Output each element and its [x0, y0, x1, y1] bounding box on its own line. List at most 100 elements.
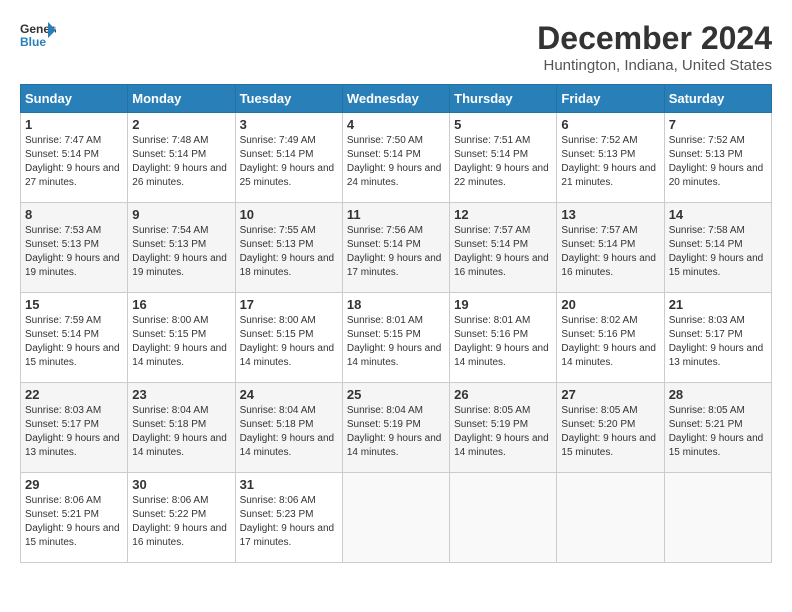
cell-info: Sunrise: 8:04 AM Sunset: 5:18 PM Dayligh… — [240, 404, 338, 460]
calendar-cell — [557, 473, 664, 563]
page-subtitle: Huntington, Indiana, United States — [537, 57, 772, 74]
day-number: 27 — [561, 387, 659, 402]
calendar-week-row: 22 Sunrise: 8:03 AM Sunset: 5:17 PM Dayl… — [21, 383, 772, 473]
cell-info: Sunrise: 8:05 AM Sunset: 5:20 PM Dayligh… — [561, 404, 659, 460]
cell-info: Sunrise: 7:58 AM Sunset: 5:14 PM Dayligh… — [669, 224, 767, 280]
day-number: 10 — [240, 207, 338, 222]
calendar-cell: 24 Sunrise: 8:04 AM Sunset: 5:18 PM Dayl… — [235, 383, 342, 473]
day-number: 8 — [25, 207, 123, 222]
cell-info: Sunrise: 7:57 AM Sunset: 5:14 PM Dayligh… — [454, 224, 552, 280]
cell-info: Sunrise: 8:01 AM Sunset: 5:15 PM Dayligh… — [347, 314, 445, 370]
day-number: 18 — [347, 297, 445, 312]
cell-info: Sunrise: 8:04 AM Sunset: 5:19 PM Dayligh… — [347, 404, 445, 460]
calendar-cell: 25 Sunrise: 8:04 AM Sunset: 5:19 PM Dayl… — [342, 383, 449, 473]
calendar-week-row: 1 Sunrise: 7:47 AM Sunset: 5:14 PM Dayli… — [21, 113, 772, 203]
calendar-cell: 4 Sunrise: 7:50 AM Sunset: 5:14 PM Dayli… — [342, 113, 449, 203]
calendar-cell: 30 Sunrise: 8:06 AM Sunset: 5:22 PM Dayl… — [128, 473, 235, 563]
title-block: December 2024 Huntington, Indiana, Unite… — [537, 20, 772, 74]
day-number: 21 — [669, 297, 767, 312]
calendar-header-thursday: Thursday — [450, 85, 557, 113]
day-number: 29 — [25, 477, 123, 492]
calendar-header-tuesday: Tuesday — [235, 85, 342, 113]
calendar-week-row: 29 Sunrise: 8:06 AM Sunset: 5:21 PM Dayl… — [21, 473, 772, 563]
cell-info: Sunrise: 8:00 AM Sunset: 5:15 PM Dayligh… — [132, 314, 230, 370]
cell-info: Sunrise: 7:51 AM Sunset: 5:14 PM Dayligh… — [454, 134, 552, 190]
cell-info: Sunrise: 8:02 AM Sunset: 5:16 PM Dayligh… — [561, 314, 659, 370]
calendar-cell — [450, 473, 557, 563]
day-number: 31 — [240, 477, 338, 492]
calendar-cell: 23 Sunrise: 8:04 AM Sunset: 5:18 PM Dayl… — [128, 383, 235, 473]
calendar-cell: 31 Sunrise: 8:06 AM Sunset: 5:23 PM Dayl… — [235, 473, 342, 563]
calendar-header-saturday: Saturday — [664, 85, 771, 113]
calendar-cell: 16 Sunrise: 8:00 AM Sunset: 5:15 PM Dayl… — [128, 293, 235, 383]
calendar-cell: 5 Sunrise: 7:51 AM Sunset: 5:14 PM Dayli… — [450, 113, 557, 203]
calendar-cell: 21 Sunrise: 8:03 AM Sunset: 5:17 PM Dayl… — [664, 293, 771, 383]
day-number: 25 — [347, 387, 445, 402]
day-number: 12 — [454, 207, 552, 222]
calendar-cell: 3 Sunrise: 7:49 AM Sunset: 5:14 PM Dayli… — [235, 113, 342, 203]
cell-info: Sunrise: 8:05 AM Sunset: 5:21 PM Dayligh… — [669, 404, 767, 460]
day-number: 22 — [25, 387, 123, 402]
day-number: 6 — [561, 117, 659, 132]
day-number: 2 — [132, 117, 230, 132]
day-number: 16 — [132, 297, 230, 312]
calendar-cell: 22 Sunrise: 8:03 AM Sunset: 5:17 PM Dayl… — [21, 383, 128, 473]
day-number: 30 — [132, 477, 230, 492]
calendar-header-friday: Friday — [557, 85, 664, 113]
day-number: 14 — [669, 207, 767, 222]
calendar-cell: 29 Sunrise: 8:06 AM Sunset: 5:21 PM Dayl… — [21, 473, 128, 563]
calendar-week-row: 15 Sunrise: 7:59 AM Sunset: 5:14 PM Dayl… — [21, 293, 772, 383]
calendar-cell: 9 Sunrise: 7:54 AM Sunset: 5:13 PM Dayli… — [128, 203, 235, 293]
cell-info: Sunrise: 7:52 AM Sunset: 5:13 PM Dayligh… — [669, 134, 767, 190]
calendar-cell: 15 Sunrise: 7:59 AM Sunset: 5:14 PM Dayl… — [21, 293, 128, 383]
calendar-cell: 18 Sunrise: 8:01 AM Sunset: 5:15 PM Dayl… — [342, 293, 449, 383]
calendar-cell: 17 Sunrise: 8:00 AM Sunset: 5:15 PM Dayl… — [235, 293, 342, 383]
cell-info: Sunrise: 7:57 AM Sunset: 5:14 PM Dayligh… — [561, 224, 659, 280]
cell-info: Sunrise: 7:55 AM Sunset: 5:13 PM Dayligh… — [240, 224, 338, 280]
page-title: December 2024 — [537, 20, 772, 57]
cell-info: Sunrise: 8:06 AM Sunset: 5:21 PM Dayligh… — [25, 494, 123, 550]
calendar-cell: 2 Sunrise: 7:48 AM Sunset: 5:14 PM Dayli… — [128, 113, 235, 203]
calendar-cell: 11 Sunrise: 7:56 AM Sunset: 5:14 PM Dayl… — [342, 203, 449, 293]
cell-info: Sunrise: 8:06 AM Sunset: 5:23 PM Dayligh… — [240, 494, 338, 550]
cell-info: Sunrise: 7:56 AM Sunset: 5:14 PM Dayligh… — [347, 224, 445, 280]
day-number: 26 — [454, 387, 552, 402]
calendar-cell: 6 Sunrise: 7:52 AM Sunset: 5:13 PM Dayli… — [557, 113, 664, 203]
calendar-cell: 7 Sunrise: 7:52 AM Sunset: 5:13 PM Dayli… — [664, 113, 771, 203]
day-number: 17 — [240, 297, 338, 312]
calendar-cell: 8 Sunrise: 7:53 AM Sunset: 5:13 PM Dayli… — [21, 203, 128, 293]
day-number: 19 — [454, 297, 552, 312]
cell-info: Sunrise: 8:06 AM Sunset: 5:22 PM Dayligh… — [132, 494, 230, 550]
cell-info: Sunrise: 7:59 AM Sunset: 5:14 PM Dayligh… — [25, 314, 123, 370]
day-number: 23 — [132, 387, 230, 402]
calendar-cell: 13 Sunrise: 7:57 AM Sunset: 5:14 PM Dayl… — [557, 203, 664, 293]
cell-info: Sunrise: 7:54 AM Sunset: 5:13 PM Dayligh… — [132, 224, 230, 280]
calendar-cell — [342, 473, 449, 563]
calendar-cell: 20 Sunrise: 8:02 AM Sunset: 5:16 PM Dayl… — [557, 293, 664, 383]
cell-info: Sunrise: 8:05 AM Sunset: 5:19 PM Dayligh… — [454, 404, 552, 460]
cell-info: Sunrise: 7:48 AM Sunset: 5:14 PM Dayligh… — [132, 134, 230, 190]
day-number: 5 — [454, 117, 552, 132]
cell-info: Sunrise: 7:53 AM Sunset: 5:13 PM Dayligh… — [25, 224, 123, 280]
day-number: 13 — [561, 207, 659, 222]
calendar-header-sunday: Sunday — [21, 85, 128, 113]
cell-info: Sunrise: 7:52 AM Sunset: 5:13 PM Dayligh… — [561, 134, 659, 190]
calendar-header-row: SundayMondayTuesdayWednesdayThursdayFrid… — [21, 85, 772, 113]
calendar-header-monday: Monday — [128, 85, 235, 113]
svg-text:Blue: Blue — [20, 35, 46, 48]
cell-info: Sunrise: 8:03 AM Sunset: 5:17 PM Dayligh… — [669, 314, 767, 370]
calendar-cell: 28 Sunrise: 8:05 AM Sunset: 5:21 PM Dayl… — [664, 383, 771, 473]
calendar-cell: 14 Sunrise: 7:58 AM Sunset: 5:14 PM Dayl… — [664, 203, 771, 293]
calendar-cell: 19 Sunrise: 8:01 AM Sunset: 5:16 PM Dayl… — [450, 293, 557, 383]
cell-info: Sunrise: 8:01 AM Sunset: 5:16 PM Dayligh… — [454, 314, 552, 370]
day-number: 4 — [347, 117, 445, 132]
calendar-week-row: 8 Sunrise: 7:53 AM Sunset: 5:13 PM Dayli… — [21, 203, 772, 293]
calendar-table: SundayMondayTuesdayWednesdayThursdayFrid… — [20, 84, 772, 563]
calendar-cell — [664, 473, 771, 563]
calendar-cell: 1 Sunrise: 7:47 AM Sunset: 5:14 PM Dayli… — [21, 113, 128, 203]
calendar-cell: 12 Sunrise: 7:57 AM Sunset: 5:14 PM Dayl… — [450, 203, 557, 293]
day-number: 24 — [240, 387, 338, 402]
calendar-cell: 26 Sunrise: 8:05 AM Sunset: 5:19 PM Dayl… — [450, 383, 557, 473]
day-number: 20 — [561, 297, 659, 312]
cell-info: Sunrise: 7:49 AM Sunset: 5:14 PM Dayligh… — [240, 134, 338, 190]
